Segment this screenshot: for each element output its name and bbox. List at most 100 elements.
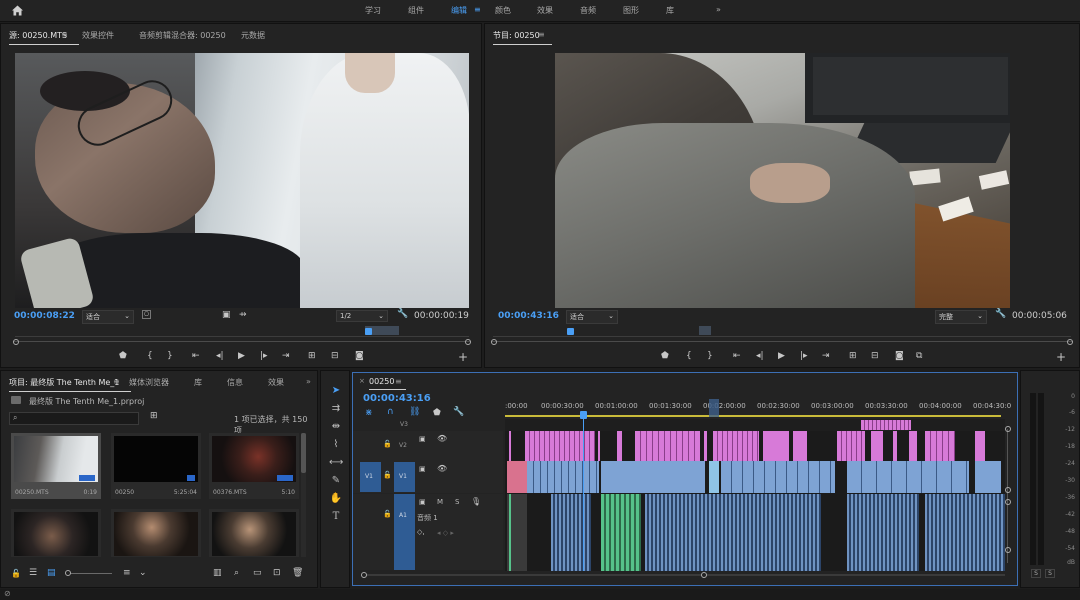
vscroll-handle[interactable] xyxy=(1005,547,1011,553)
button-editor-icon[interactable]: + xyxy=(458,350,468,364)
track-label-v2[interactable]: V2 xyxy=(399,442,407,449)
keyframe-icon[interactable]: ◇, xyxy=(417,528,425,536)
hscroll-handle[interactable] xyxy=(361,572,367,578)
nest-icon[interactable]: ⋇ xyxy=(365,408,373,418)
lock-icon[interactable]: 🔓 xyxy=(11,569,21,578)
list-item[interactable]: 00250 5:25:04 xyxy=(111,433,201,499)
tab-sequence[interactable]: 00250 xyxy=(369,377,408,390)
clip-v2[interactable] xyxy=(713,431,759,461)
play-icon[interactable]: ▶ xyxy=(778,351,785,361)
source-video-frame[interactable] xyxy=(15,53,469,308)
list-item[interactable] xyxy=(209,509,299,557)
slip-tool-icon[interactable]: ⟷ xyxy=(329,457,343,471)
new-bin-icon[interactable]: ▭ xyxy=(253,568,262,578)
sync-lock-icon[interactable]: ▣ xyxy=(419,435,426,443)
program-timecode-in[interactable]: 00:00:43:16 xyxy=(498,311,559,321)
extract-icon[interactable]: ⊟ xyxy=(871,351,879,361)
list-item[interactable]: 00250.MTS 0:19 xyxy=(11,433,101,499)
wrench-icon[interactable]: 🔧 xyxy=(995,309,1006,319)
workspace-editing[interactable]: 编辑 xyxy=(451,5,467,16)
mark-in-icon[interactable]: { xyxy=(686,351,692,361)
clip-a1[interactable] xyxy=(925,494,1005,571)
tracks-area[interactable] xyxy=(505,419,1005,571)
selection-tool-icon[interactable]: ➤ xyxy=(329,385,343,399)
timeline-timecode[interactable]: 00:00:43:16 xyxy=(363,393,431,404)
icon-view-icon[interactable]: ▤ xyxy=(47,568,56,578)
program-video-frame[interactable] xyxy=(555,53,1010,308)
zoom-slider-handle[interactable] xyxy=(65,570,71,576)
zoom-handle-right[interactable] xyxy=(465,339,471,345)
button-editor-icon[interactable]: + xyxy=(1056,350,1066,364)
lock-icon[interactable]: 🔓 xyxy=(383,510,392,518)
clip-v2[interactable] xyxy=(837,431,865,461)
ripple-edit-tool-icon[interactable]: ⇹ xyxy=(329,421,343,435)
add-marker-icon[interactable]: ⬟ xyxy=(119,351,127,361)
workspace-graphics[interactable]: 图形 xyxy=(623,5,639,16)
solo-right-button[interactable]: S xyxy=(1045,569,1055,578)
go-to-in-icon[interactable]: ⇤ xyxy=(733,351,741,361)
playhead-icon[interactable] xyxy=(365,328,372,335)
tab-libraries[interactable]: 库 xyxy=(194,377,202,388)
list-item[interactable]: 00376.MTS 5:10 xyxy=(209,433,299,499)
playhead-handle-icon[interactable] xyxy=(580,411,587,419)
close-icon[interactable]: × xyxy=(359,377,365,385)
timeline-vscroll[interactable] xyxy=(1005,419,1011,571)
hscroll-handle[interactable] xyxy=(701,572,707,578)
clip-v2[interactable] xyxy=(525,431,595,461)
step-forward-icon[interactable]: |▸ xyxy=(260,351,268,361)
overflow-icon[interactable]: » xyxy=(306,377,311,386)
tab-program[interactable]: 节目: 00250 xyxy=(493,30,552,45)
vscroll-handle[interactable] xyxy=(1005,426,1011,432)
eye-icon[interactable]: 👁 xyxy=(437,434,447,443)
workspace-audio[interactable]: 音频 xyxy=(580,5,596,16)
wrench-icon[interactable]: 🔧 xyxy=(453,407,464,417)
quality-select[interactable]: 完整 ⌄ xyxy=(935,310,987,324)
source-zoom-bar[interactable] xyxy=(13,339,471,345)
clip-v2[interactable] xyxy=(975,431,985,461)
workspace-learn[interactable]: 学习 xyxy=(365,5,381,16)
clip-v2[interactable] xyxy=(509,431,511,461)
timeline-playhead[interactable] xyxy=(583,419,584,571)
camera-icon[interactable]: ◙ xyxy=(355,351,364,361)
sync-lock-icon[interactable]: ▣ xyxy=(419,465,426,473)
type-tool-icon[interactable]: T xyxy=(329,511,343,525)
go-to-out-icon[interactable]: ⇥ xyxy=(822,351,830,361)
tab-project[interactable]: 项目: 最终版 The Tenth Me_1 xyxy=(9,377,132,392)
drag-video-icon[interactable]: ⇸ xyxy=(239,310,247,320)
tab-source[interactable]: 源: 00250.MTS xyxy=(9,30,80,45)
clip-v1[interactable] xyxy=(709,461,719,493)
tab-effects[interactable]: 效果 xyxy=(268,377,284,388)
clip-v3[interactable] xyxy=(861,420,911,430)
render-status-icon[interactable]: ⊘ xyxy=(4,589,11,598)
clip-a1[interactable] xyxy=(645,494,821,571)
export-frame-icon[interactable]: ▣ xyxy=(222,310,231,320)
step-back-icon[interactable]: ◂| xyxy=(756,351,764,361)
insert-icon[interactable]: ⊞ xyxy=(308,351,316,361)
clip-a1[interactable] xyxy=(601,494,641,571)
tab-info[interactable]: 信息 xyxy=(227,377,243,388)
go-to-in-icon[interactable]: ⇤ xyxy=(192,351,200,361)
sync-lock-icon[interactable]: ▣ xyxy=(419,498,426,506)
step-forward-icon[interactable]: |▸ xyxy=(800,351,808,361)
clip-v1[interactable] xyxy=(975,461,1001,493)
clip-v1[interactable] xyxy=(527,461,599,493)
linked-selection-icon[interactable]: ⛓ xyxy=(409,407,420,417)
program-scrub-bar[interactable] xyxy=(493,325,1071,337)
keyframe-nav-icon[interactable]: ◂ ◇ ▸ xyxy=(437,529,454,537)
new-item-icon[interactable]: ⊡ xyxy=(273,568,281,578)
pen-tool-icon[interactable]: ✎ xyxy=(329,475,343,489)
tab-audio-clip-mixer[interactable]: 音频剪辑混合器: 00250 xyxy=(139,30,226,41)
source-timecode-in[interactable]: 00:00:08:22 xyxy=(14,311,75,321)
tab-media-browser[interactable]: 媒体浏览器 xyxy=(129,377,169,388)
play-icon[interactable]: ▶ xyxy=(238,351,245,361)
project-scrollbar[interactable] xyxy=(301,433,306,557)
sort-icon[interactable]: ≡ xyxy=(123,568,131,578)
go-to-out-icon[interactable]: ⇥ xyxy=(282,351,290,361)
clip-v2[interactable] xyxy=(598,431,600,461)
clip-v2[interactable] xyxy=(617,431,622,461)
tab-effect-controls[interactable]: 效果控件 xyxy=(82,30,114,41)
clip-v2[interactable] xyxy=(893,431,897,461)
clip-v2[interactable] xyxy=(793,431,807,461)
clip-v1[interactable] xyxy=(507,461,527,493)
playhead-icon[interactable] xyxy=(567,328,574,335)
